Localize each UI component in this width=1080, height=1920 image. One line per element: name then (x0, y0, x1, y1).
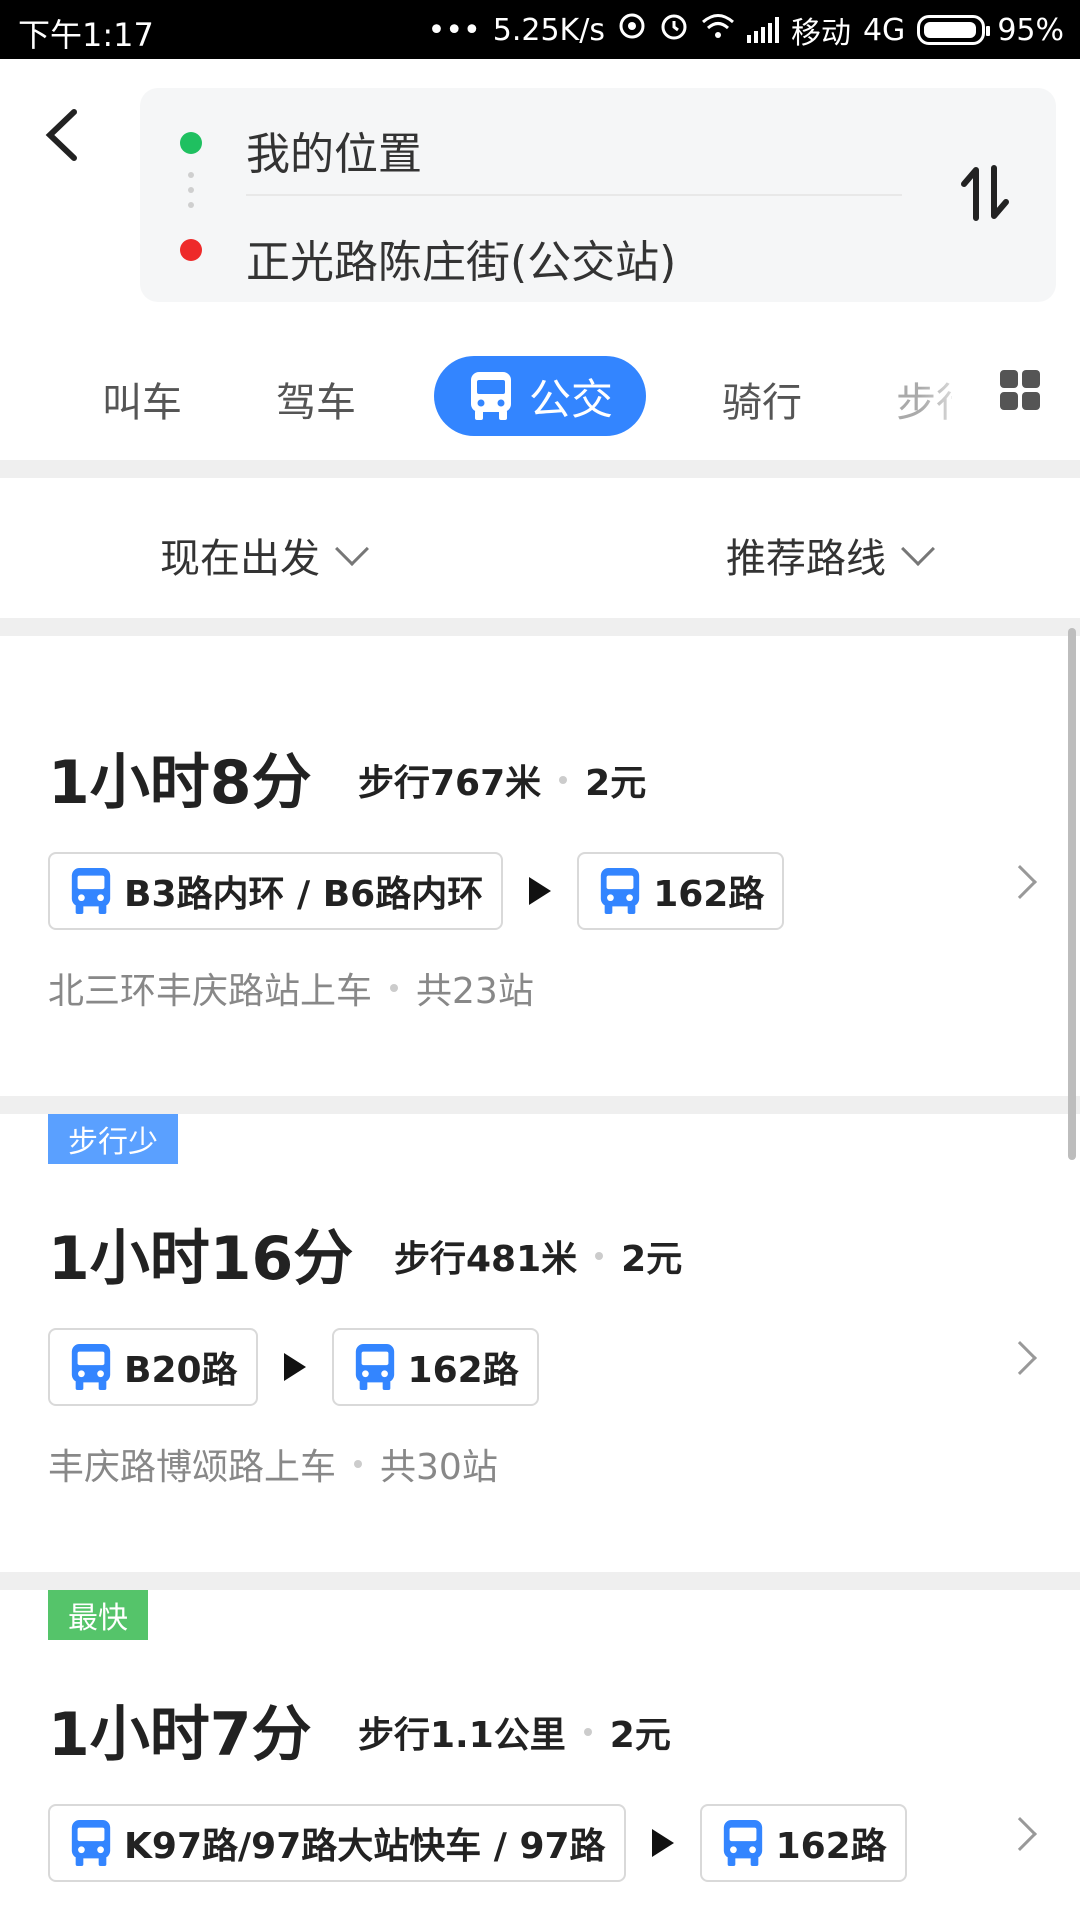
swap-route-button[interactable] (950, 158, 1020, 228)
bus-line-pill: 162路 (331, 1328, 539, 1406)
mode-tabs: 叫车 驾车 公交 骑行 步行 (0, 340, 1080, 460)
transfer-arrow-icon (283, 1353, 306, 1381)
bus-line-label: K97路/97路大站快车 / 97路 (124, 1826, 606, 1867)
route-meta: 步行767米 2元 (358, 754, 646, 806)
bus-line-pill: K97路/97路大站快车 / 97路 (48, 1804, 626, 1882)
chevron-right-icon (1003, 1817, 1037, 1851)
depart-time-dropdown[interactable]: 现在出发 (160, 526, 369, 584)
route-meta: 步行1.1公里 2元 (358, 1706, 671, 1758)
route-lines: B20路 162路 (48, 1328, 539, 1406)
boarding-info: 丰庆路博颂路上车 共30站 (48, 1438, 498, 1490)
route-input-box: 我的位置 正光路陈庄街(公交站) (140, 88, 1056, 302)
route-card-2[interactable]: 步行少 1小时16分 步行481米 2元 B20路 162路 丰庆路博颂路上车 … (0, 1114, 1080, 1572)
walk-distance: 步行1.1公里 (358, 1715, 566, 1756)
back-button[interactable] (40, 100, 90, 170)
transfer-arrow-icon (529, 877, 552, 905)
status-bar: 下午1:17 ••• 5.25K/s 移动 4G 95% (0, 0, 1080, 59)
bus-icon (71, 1820, 111, 1866)
route-card-1[interactable]: 1小时8分 步行767米 2元 B3路内环 / B6路内环 162路 北三环丰庆… (0, 636, 1080, 1096)
tab-bus[interactable]: 公交 (434, 356, 646, 436)
walk-distance: 步行481米 (394, 1239, 578, 1280)
field-divider (246, 194, 902, 196)
network-speed: 5.25K/s (492, 12, 605, 48)
boarding-stop: 丰庆路博颂路上车 (48, 1447, 337, 1488)
more-modes-grid-icon[interactable] (1000, 370, 1040, 410)
chevron-right-icon (1003, 865, 1037, 899)
bus-icon (71, 1344, 111, 1390)
route-price: 2元 (609, 1715, 671, 1756)
bus-icon (71, 868, 111, 914)
signal-icon (746, 17, 779, 43)
wifi-icon (701, 12, 735, 48)
tab-drive[interactable]: 驾车 (276, 370, 356, 428)
battery-level: 95% (997, 12, 1064, 48)
origin-dot (180, 132, 202, 154)
boarding-info: 北三环丰庆路站上车 共23站 (48, 962, 534, 1014)
route-tag: 步行少 (48, 1114, 178, 1164)
route-lines: K97路/97路大站快车 / 97路 162路 (48, 1804, 907, 1882)
more-dots-icon: ••• (427, 12, 481, 48)
route-price: 2元 (585, 763, 647, 804)
alarm-icon (659, 11, 689, 49)
boarding-stop: 北三环丰庆路站上车 (48, 971, 373, 1012)
route-duration: 1小时7分 (48, 1700, 312, 1770)
route-duration: 1小时16分 (48, 1224, 354, 1294)
status-time: 下午1:17 (18, 16, 154, 54)
route-connector (188, 172, 194, 208)
bus-line-pill: 162路 (577, 852, 785, 930)
chevron-down-icon (901, 532, 935, 566)
route-strategy-label: 推荐路线 (726, 536, 886, 582)
section-divider (0, 1096, 1080, 1114)
carrier-name: 移动 (790, 16, 851, 51)
route-duration: 1小时8分 (48, 748, 312, 818)
stop-count: 共30站 (380, 1447, 498, 1488)
stop-count: 共23站 (416, 971, 534, 1012)
bus-line-pill: B20路 (48, 1328, 258, 1406)
bus-line-label: B20路 (124, 1350, 238, 1391)
swap-icon (961, 165, 1009, 221)
depart-time-label: 现在出发 (160, 536, 320, 582)
hotspot-icon (617, 11, 647, 49)
network-type: 4G (862, 12, 906, 48)
route-tag: 最快 (48, 1590, 148, 1640)
chevron-right-icon (1003, 1341, 1037, 1375)
tab-bike[interactable]: 骑行 (722, 370, 802, 428)
walk-distance: 步行767米 (358, 763, 542, 804)
route-strategy-dropdown[interactable]: 推荐路线 (726, 526, 935, 584)
bus-line-pill: B3路内环 / B6路内环 (48, 852, 504, 930)
destination-field[interactable]: 正光路陈庄街(公交站) (246, 226, 676, 290)
destination-dot (180, 239, 202, 261)
route-lines: B3路内环 / B6路内环 162路 (48, 852, 785, 930)
route-price: 2元 (621, 1239, 683, 1280)
tab-bus-label: 公交 (528, 374, 613, 424)
bus-line-label: B3路内环 / B6路内环 (124, 874, 484, 915)
bus-line-label: 162路 (653, 874, 765, 915)
bus-icon (601, 868, 640, 914)
bus-line-label: 162路 (775, 1826, 887, 1867)
section-divider (0, 1572, 1080, 1590)
origin-field[interactable]: 我的位置 (246, 118, 422, 182)
bus-icon (470, 372, 511, 420)
bus-icon (355, 1344, 394, 1390)
section-divider (0, 460, 1080, 478)
transfer-arrow-icon (651, 1829, 674, 1857)
section-divider (0, 618, 1080, 636)
battery-icon (917, 15, 991, 45)
route-card-3[interactable]: 最快 1小时7分 步行1.1公里 2元 K97路/97路大站快车 / 97路 1… (0, 1590, 1080, 1920)
tabs-fade-mask (920, 356, 980, 436)
bus-line-label: 162路 (407, 1350, 519, 1391)
back-arrow-icon (45, 109, 77, 161)
filter-bar: 现在出发 推荐路线 (0, 478, 1080, 618)
chevron-down-icon (335, 532, 369, 566)
route-meta: 步行481米 2元 (394, 1230, 682, 1282)
status-icons: ••• 5.25K/s 移动 4G 95% (428, 8, 1064, 52)
scrollbar[interactable] (1068, 628, 1076, 1160)
bus-icon (723, 1820, 762, 1866)
tab-taxi[interactable]: 叫车 (102, 370, 182, 428)
bus-line-pill: 162路 (699, 1804, 907, 1882)
